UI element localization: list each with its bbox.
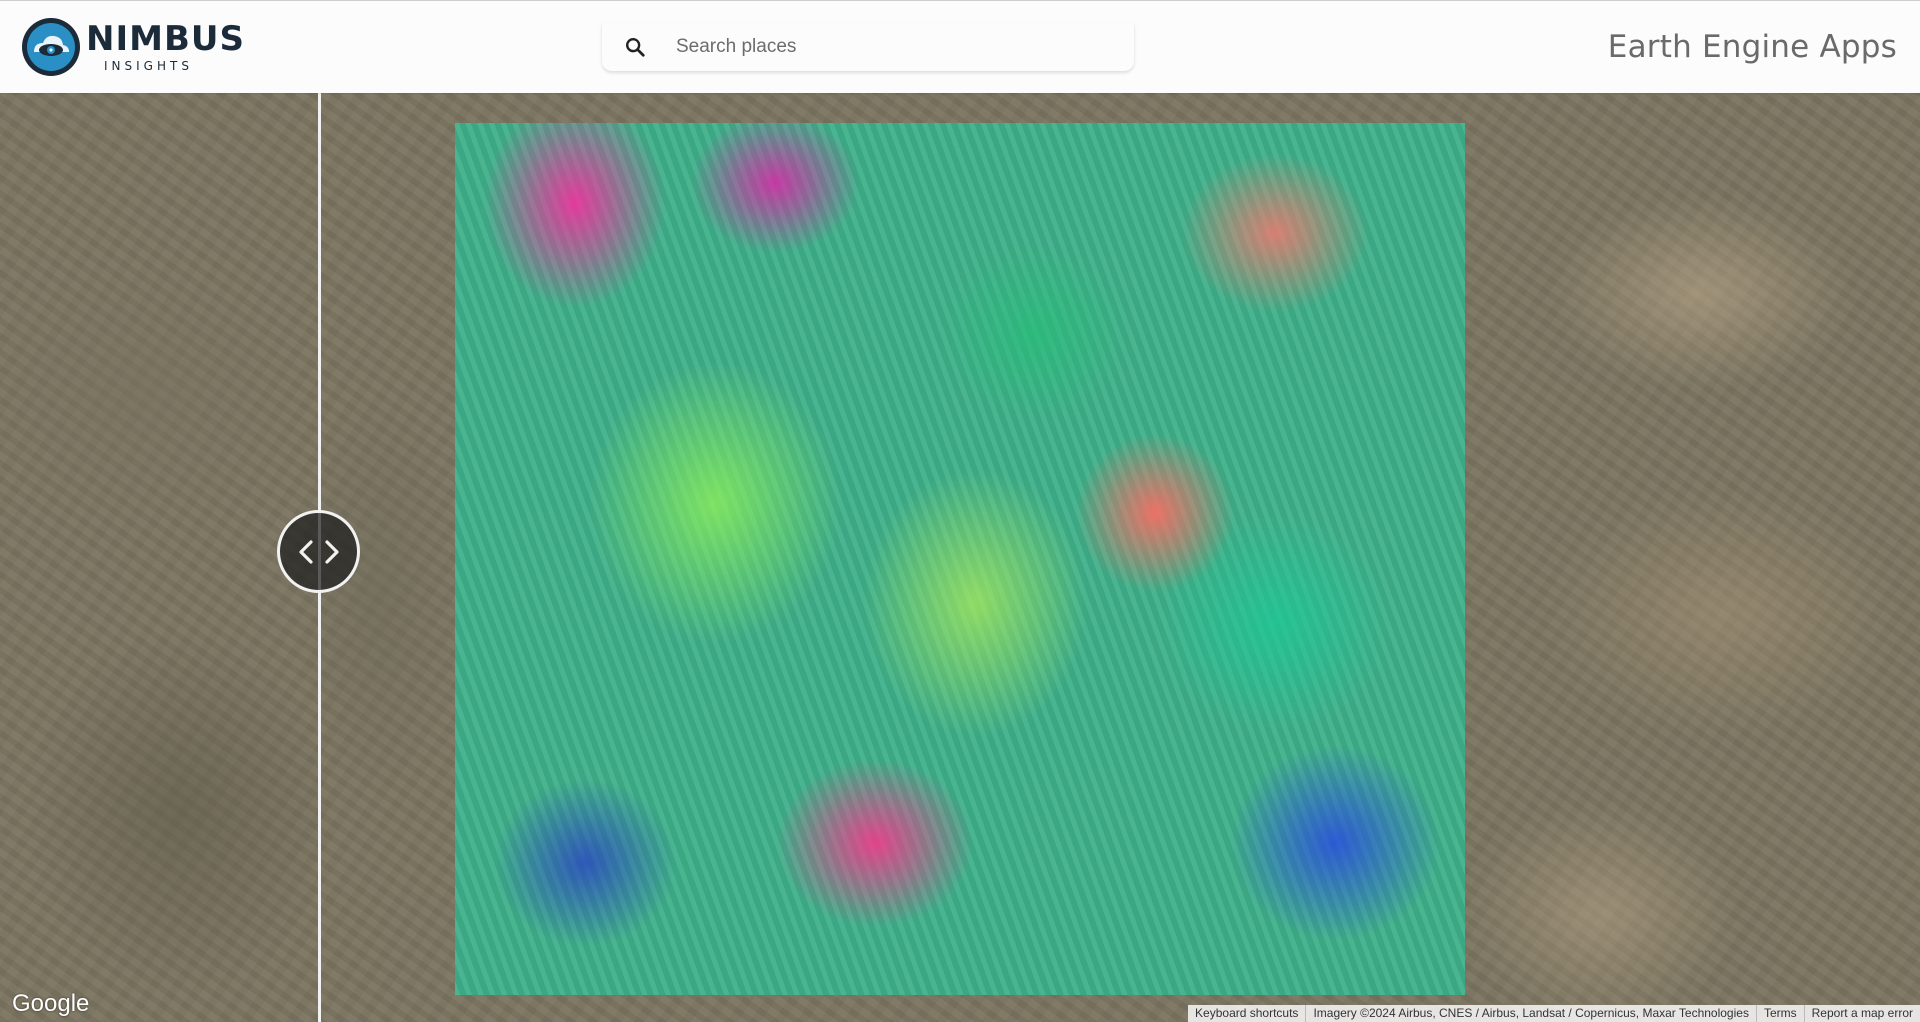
keyboard-shortcuts-link[interactable]: Keyboard shortcuts [1188,1005,1305,1022]
imagery-credit: Imagery ©2024 Airbus, CNES / Airbus, Lan… [1305,1005,1756,1022]
search-input[interactable] [674,35,1098,59]
search-icon [626,38,645,57]
app-header: NIMBUS INSIGHTS Earth Engine Apps [0,0,1920,93]
google-logo: Google [12,990,90,1017]
terms-link[interactable]: Terms [1755,1005,1804,1022]
map-canvas[interactable]: Google Keyboard shortcuts Imagery ©2024 … [0,93,1920,1022]
logo-name: NIMBUS [86,19,245,59]
search-box[interactable] [602,23,1134,71]
map-attribution-bar: Keyboard shortcuts Imagery ©2024 Airbus,… [1188,1005,1920,1022]
report-map-error-link[interactable]: Report a map error [1803,1005,1920,1022]
swipe-handle[interactable] [277,510,360,593]
cloud-eye-logo-icon [22,18,80,76]
nimbus-logo[interactable]: NIMBUS INSIGHTS [20,16,245,78]
logo-subtitle: INSIGHTS [104,59,193,73]
chevron-left-right-icon [298,539,339,564]
app-title: Earth Engine Apps [1607,29,1897,65]
false-color-imagery-layer [455,123,1465,995]
